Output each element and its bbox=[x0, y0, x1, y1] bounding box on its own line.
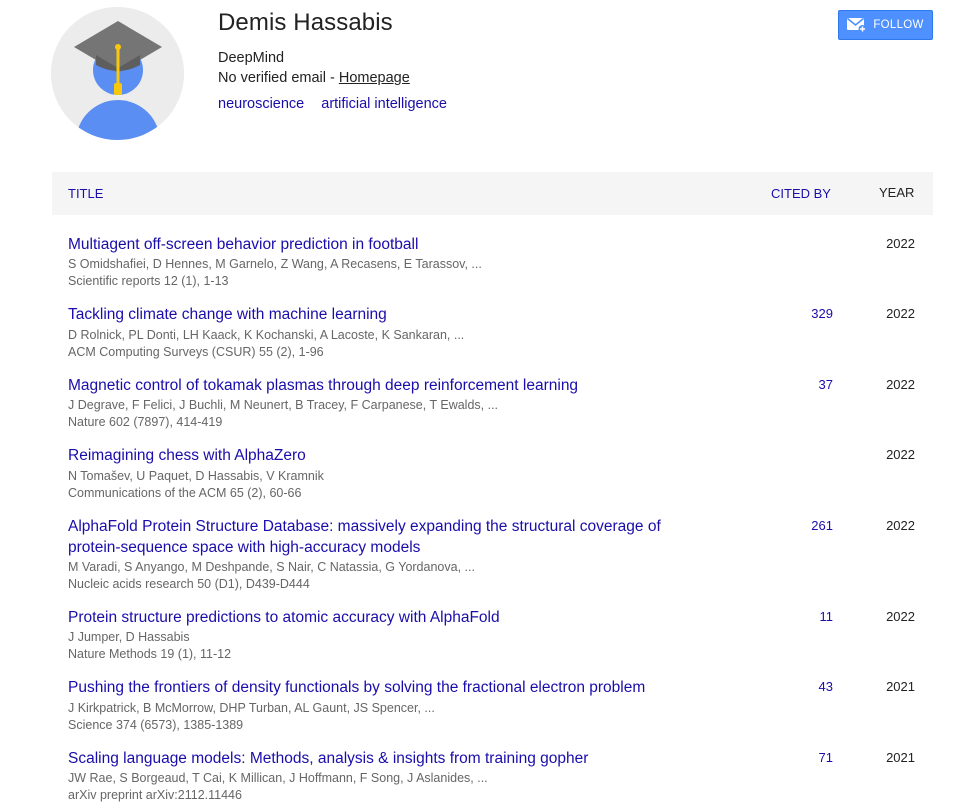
article-cited-count[interactable]: 261 bbox=[811, 518, 833, 533]
article-title-link[interactable]: Pushing the frontiers of density functio… bbox=[68, 677, 708, 698]
sort-by-title[interactable]: TITLE bbox=[68, 186, 103, 201]
article-cited-count[interactable]: 11 bbox=[820, 609, 834, 624]
article-year: 2022 bbox=[886, 306, 915, 321]
follow-label: FOLLOW bbox=[873, 19, 924, 31]
article-venue: Nature 602 (7897), 414-419 bbox=[68, 415, 223, 429]
article-year: 2021 bbox=[886, 750, 915, 765]
year-column-header[interactable]: YEAR bbox=[879, 185, 914, 200]
email-status-text: No verified email - bbox=[218, 70, 339, 86]
article-title-link[interactable]: Tackling climate change with machine lea… bbox=[68, 304, 708, 325]
interest-link-artificial-intelligence[interactable]: artificial intelligence bbox=[321, 96, 447, 112]
sort-by-cited[interactable]: CITED BY bbox=[771, 186, 831, 201]
homepage-link[interactable]: Homepage bbox=[339, 70, 410, 86]
article-year: 2021 bbox=[886, 679, 915, 694]
article-authors: J Degrave, F Felici, J Buchli, M Neunert… bbox=[68, 398, 499, 412]
article-venue: Nature Methods 19 (1), 11-12 bbox=[68, 647, 232, 661]
article-cited-count[interactable]: 37 bbox=[819, 377, 833, 392]
article-authors: J Jumper, D Hassabis bbox=[68, 630, 190, 644]
article-cited-count[interactable]: 43 bbox=[819, 679, 833, 694]
article-year: 2022 bbox=[886, 609, 915, 624]
interests-list: neuroscience artificial intelligence bbox=[218, 96, 447, 112]
article-venue: Nucleic acids research 50 (D1), D439-D44… bbox=[68, 577, 310, 591]
article-venue: arXiv preprint arXiv:2112.11446 bbox=[68, 788, 242, 802]
graduate-avatar-icon bbox=[51, 7, 184, 140]
article-authors: S Omidshafiei, D Hennes, M Garnelo, Z Wa… bbox=[68, 257, 482, 271]
interest-link-neuroscience[interactable]: neuroscience bbox=[218, 96, 304, 112]
article-venue: Scientific reports 12 (1), 1-13 bbox=[68, 274, 229, 288]
article-title-link[interactable]: Scaling language models: Methods, analys… bbox=[68, 748, 708, 769]
avatar bbox=[51, 7, 184, 140]
profile-email-line: No verified email - Homepage bbox=[218, 70, 410, 86]
profile-name: Demis Hassabis bbox=[218, 9, 393, 36]
article-year: 2022 bbox=[886, 236, 915, 251]
article-year: 2022 bbox=[886, 377, 915, 392]
article-venue: Science 374 (6573), 1385-1389 bbox=[68, 718, 244, 732]
article-title-link[interactable]: AlphaFold Protein Structure Database: ma… bbox=[68, 516, 708, 558]
profile-affiliation: DeepMind bbox=[218, 50, 285, 66]
article-venue: ACM Computing Surveys (CSUR) 55 (2), 1-9… bbox=[68, 345, 324, 359]
article-cited-count[interactable]: 329 bbox=[811, 306, 833, 321]
article-authors: J Kirkpatrick, B McMorrow, DHP Turban, A… bbox=[68, 701, 435, 715]
article-cited-count[interactable]: 71 bbox=[819, 750, 833, 765]
article-authors: D Rolnick, PL Donti, LH Kaack, K Kochans… bbox=[68, 328, 465, 342]
article-title-link[interactable]: Multiagent off-screen behavior predictio… bbox=[68, 234, 708, 255]
article-title-link[interactable]: Reimagining chess with AlphaZero bbox=[68, 445, 708, 466]
article-title-link[interactable]: Protein structure predictions to atomic … bbox=[68, 607, 708, 628]
article-year: 2022 bbox=[886, 518, 915, 533]
article-authors: JW Rae, S Borgeaud, T Cai, K Millican, J… bbox=[68, 771, 488, 785]
articles-table-header: TITLE CITED BY YEAR bbox=[52, 172, 933, 215]
follow-button[interactable]: FOLLOW bbox=[838, 10, 933, 40]
scholar-profile-page: Demis Hassabis DeepMind No verified emai… bbox=[0, 0, 960, 811]
email-plus-icon bbox=[847, 17, 867, 33]
article-authors: N Tomašev, U Paquet, D Hassabis, V Kramn… bbox=[68, 469, 324, 483]
article-year: 2022 bbox=[886, 447, 915, 462]
article-authors: M Varadi, S Anyango, M Deshpande, S Nair… bbox=[68, 560, 475, 574]
article-title-link[interactable]: Magnetic control of tokamak plasmas thro… bbox=[68, 375, 708, 396]
article-venue: Communications of the ACM 65 (2), 60-66 bbox=[68, 486, 302, 500]
